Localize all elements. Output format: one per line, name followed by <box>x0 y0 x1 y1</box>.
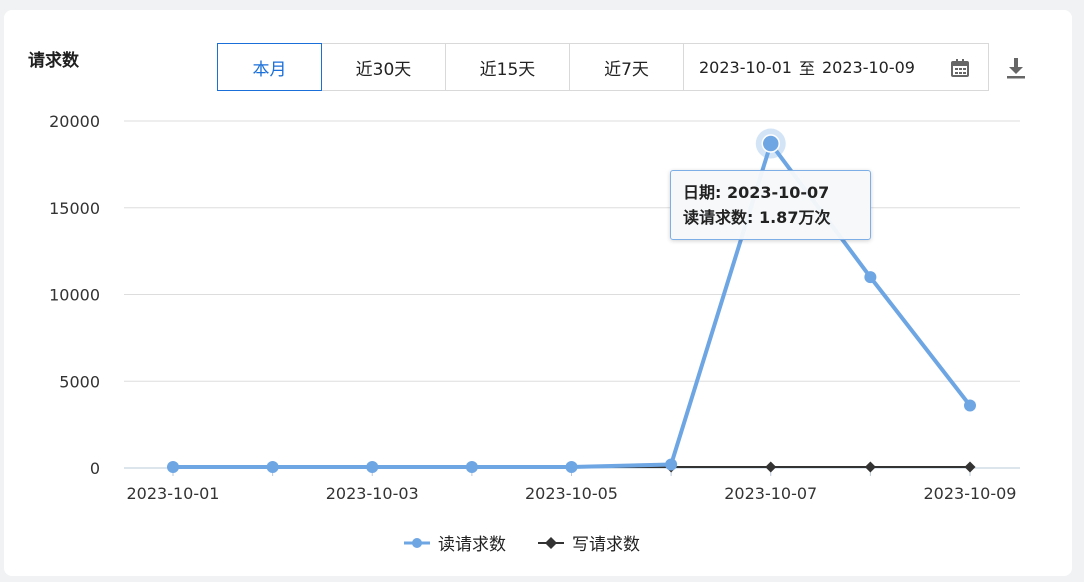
data-point <box>565 460 578 473</box>
range-this-month-button[interactable]: 本月 <box>217 43 322 91</box>
y-tick-label: 20000 <box>49 112 100 131</box>
x-tick-label: 2023-10-01 <box>127 484 220 503</box>
legend-read-label: 读请求数 <box>438 535 506 555</box>
y-tick-label: 10000 <box>49 286 100 305</box>
x-tick-label: 2023-10-07 <box>724 484 817 503</box>
x-tick-label: 2023-10-05 <box>525 484 618 503</box>
x-tick-label: 2023-10-03 <box>326 484 419 503</box>
legend-item-read[interactable]: 读请求数 <box>404 530 506 555</box>
legend-item-write[interactable]: 写请求数 <box>538 530 640 555</box>
chart-legend: 读请求数 写请求数 <box>404 530 672 555</box>
line-chart: 20000 15000 10000 5000 0 2023-10-01 2023-10-03… <box>49 112 1020 503</box>
y-tick-label: 5000 <box>59 372 100 391</box>
tooltip-date: 日期: 2023-10-07 <box>683 183 830 202</box>
data-point <box>964 461 976 473</box>
data-tooltip: 日期: 2023-10-07 读请求数: 1.87万次 <box>670 170 871 240</box>
data-point <box>465 460 478 473</box>
x-tick-label: 2023-10-09 <box>924 484 1017 503</box>
data-point <box>665 458 678 471</box>
data-point <box>366 460 379 473</box>
legend-read-marker <box>404 537 430 548</box>
data-point <box>765 461 777 473</box>
data-point <box>266 460 279 473</box>
tooltip-value: 读请求数: 1.87万次 <box>683 208 831 227</box>
data-point <box>761 134 780 153</box>
data-point <box>864 271 877 284</box>
legend-write-marker <box>538 536 564 549</box>
legend-write-label: 写请求数 <box>572 535 640 555</box>
y-tick-label: 0 <box>90 459 100 478</box>
y-tick-label: 15000 <box>49 199 100 218</box>
data-point <box>167 460 179 473</box>
data-point <box>964 399 976 412</box>
data-point <box>864 461 876 473</box>
